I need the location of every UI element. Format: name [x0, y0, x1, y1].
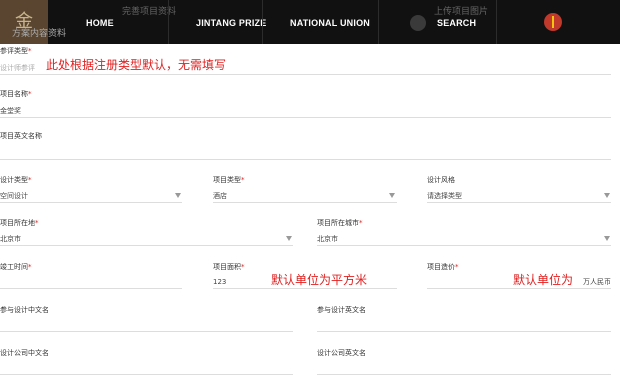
design-type-select[interactable]: 空间设计: [0, 191, 28, 201]
nav-divider: [496, 0, 497, 44]
participant-en-input[interactable]: [317, 319, 611, 329]
entry-type-label: 参评类型*: [0, 47, 32, 55]
design-style-label: 设计风格: [427, 176, 455, 184]
field-underline: [427, 288, 611, 289]
nav-divider: [378, 0, 379, 44]
ghost-upload-text: 上传项目图片: [434, 7, 489, 17]
nav-national-union[interactable]: NATIONAL UNION: [290, 18, 370, 28]
field-underline: [0, 202, 182, 203]
field-underline: [0, 245, 293, 246]
field-underline: [0, 159, 611, 160]
company-en-input[interactable]: [317, 361, 611, 371]
cost-unit-note: 默认单位为: [513, 273, 574, 287]
city-select[interactable]: 北京市: [317, 234, 338, 244]
project-type-label: 项目类型*: [213, 176, 245, 184]
avatar[interactable]: [544, 13, 562, 31]
company-cn-label: 设计公司中文名: [0, 349, 49, 357]
area-label: 项目面积*: [213, 263, 245, 271]
province-select[interactable]: 北京市: [0, 234, 21, 244]
area-input[interactable]: 123: [213, 278, 226, 286]
participant-cn-label: 参与设计中文名: [0, 306, 49, 314]
field-underline: [0, 117, 611, 118]
project-type-select[interactable]: 酒店: [213, 191, 227, 201]
field-underline: [213, 202, 397, 203]
participant-en-label: 参与设计英文名: [317, 306, 366, 314]
search-icon[interactable]: [410, 15, 426, 31]
completion-time-label: 竣工时间*: [0, 263, 32, 271]
field-underline: [0, 74, 611, 75]
nav-home[interactable]: HOME: [86, 18, 114, 28]
area-unit-note: 默认单位为平方米: [271, 273, 368, 287]
nav-divider: [262, 0, 263, 44]
project-name-input[interactable]: 金堂奖: [0, 106, 21, 116]
field-underline: [317, 331, 611, 332]
field-underline: [317, 245, 611, 246]
cost-input[interactable]: [427, 278, 507, 288]
top-nav: 金 方案内容资料 完善项目资料 上传项目图片 HOME JINTANG PRIZ…: [0, 0, 620, 44]
field-underline: [0, 331, 293, 332]
field-underline: [0, 288, 182, 289]
chevron-down-icon[interactable]: [389, 193, 395, 198]
field-underline: [213, 288, 397, 289]
cost-label: 项目造价*: [427, 263, 459, 271]
field-underline: [427, 202, 611, 203]
company-en-label: 设计公司英文名: [317, 349, 366, 357]
entry-type-field: 设计师参评: [0, 64, 35, 72]
nav-jintang-prize[interactable]: JINTANG PRIZE: [196, 18, 266, 28]
chevron-down-icon[interactable]: [286, 236, 292, 241]
cost-unit: 万人民币: [583, 278, 611, 286]
field-underline: [317, 374, 611, 375]
chevron-down-icon[interactable]: [604, 193, 610, 198]
completion-time-input[interactable]: [0, 278, 182, 288]
field-underline: [0, 374, 293, 375]
chevron-down-icon[interactable]: [175, 193, 181, 198]
design-style-select[interactable]: 请选择类型: [427, 191, 462, 201]
design-type-label: 设计类型*: [0, 176, 32, 184]
province-label: 项目所在地*: [0, 219, 39, 227]
city-label: 项目所在城市*: [317, 219, 363, 227]
project-name-label: 项目名称*: [0, 90, 32, 98]
logo-subtitle: 方案内容资料: [12, 29, 67, 39]
entry-type-note: 此处根据注册类型默认，无需填写: [46, 58, 227, 72]
project-name-en-label: 项目英文名称: [0, 132, 42, 140]
participant-cn-input[interactable]: [0, 319, 293, 329]
nav-search[interactable]: SEARCH: [437, 18, 476, 28]
chevron-down-icon[interactable]: [604, 236, 610, 241]
company-cn-input[interactable]: [0, 361, 293, 371]
project-name-en-input[interactable]: [0, 146, 611, 156]
nav-divider: [168, 0, 169, 44]
